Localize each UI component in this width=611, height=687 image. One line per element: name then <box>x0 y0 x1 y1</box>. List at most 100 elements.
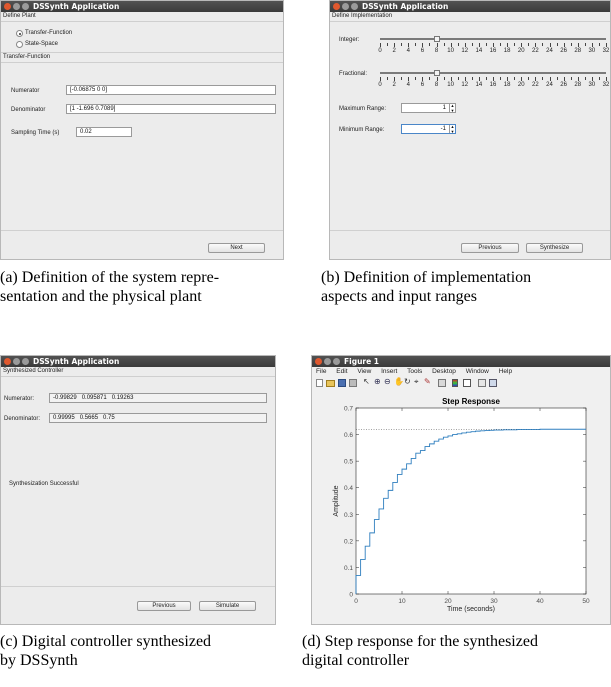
link-icon[interactable] <box>438 379 446 387</box>
caption-a-line2: sentation and the physical plant <box>0 288 202 305</box>
fractional-slider-track[interactable] <box>380 72 606 74</box>
show-plot-tools-icon[interactable] <box>489 379 497 387</box>
slider-tick-mark <box>521 43 523 47</box>
slider-tick-label: 24 <box>546 82 553 88</box>
legend-icon[interactable] <box>463 379 471 387</box>
synthesize-button[interactable]: Synthesize <box>526 243 583 253</box>
maximize-icon[interactable] <box>22 358 29 365</box>
controller-numerator-field: -0.99829 0.095871 0.19263 <box>49 393 267 403</box>
slider-tick-label: 18 <box>503 48 511 54</box>
slider-tick-label: 16 <box>489 48 497 54</box>
slider-tick-label: 28 <box>574 48 582 54</box>
radio-transfer-function-label: Transfer-Function <box>25 30 73 36</box>
print-icon[interactable] <box>349 379 357 387</box>
slider-tick-mark <box>422 77 424 81</box>
slider-tick-mark <box>436 43 438 47</box>
previous-button[interactable]: Previous <box>137 601 191 611</box>
slider-tick-label: 8 <box>434 82 439 88</box>
integer-slider-thumb[interactable] <box>433 36 440 42</box>
window-title: DSSynth Application <box>33 357 120 366</box>
slider-tick-mark <box>493 77 494 81</box>
slider-tick-label: 20 <box>517 48 525 54</box>
menu-tools[interactable]: Tools <box>407 368 422 375</box>
menu-desktop[interactable]: Desktop <box>432 368 456 375</box>
window-title: Figure 1 <box>344 357 380 366</box>
menu-view[interactable]: View <box>357 368 371 375</box>
zoom-out-icon[interactable]: ⊖ <box>384 377 391 386</box>
slider-tick-mark <box>429 77 431 80</box>
zoom-in-icon[interactable]: ⊕ <box>374 377 381 386</box>
minimize-icon[interactable] <box>324 358 331 365</box>
y-tick-label: 0.7 <box>344 406 353 413</box>
colorbar-icon[interactable] <box>452 379 458 387</box>
menu-help[interactable]: Help <box>499 368 512 375</box>
menu-insert[interactable]: Insert <box>381 368 397 375</box>
panel-a-window: DSSynth Application Define Plant Transfe… <box>0 0 284 260</box>
data-cursor-icon[interactable]: ⌖ <box>414 377 419 387</box>
slider-tick-label: 4 <box>406 82 410 88</box>
slider-tick-label: 2 <box>392 82 396 88</box>
caption-d-line2: digital controller <box>302 652 410 669</box>
slider-tick-label: 24 <box>546 48 553 54</box>
save-icon[interactable] <box>338 379 346 387</box>
slider-tick-mark <box>493 43 494 47</box>
x-tick-label: 40 <box>536 598 544 605</box>
step-response-chart: Step Response 0 0.1 0.2 0.3 0.4 0.5 0.6 0.7 0 10 20… <box>312 390 610 624</box>
slider-tick-mark <box>450 43 452 47</box>
radio-transfer-function[interactable] <box>16 30 23 37</box>
radio-state-space[interactable] <box>16 41 23 48</box>
y-tick-label: 0.4 <box>344 485 353 492</box>
menu-window[interactable]: Window <box>466 368 489 375</box>
slider-tick-mark <box>507 43 509 47</box>
slider-tick-mark <box>478 77 480 81</box>
minimum-range-spinner[interactable]: ▲ ▼ <box>449 125 455 133</box>
section-synthesized-controller: Synthesized Controller <box>1 367 275 377</box>
pan-icon[interactable]: ✋ <box>394 377 404 386</box>
plot-area <box>355 407 587 595</box>
next-button[interactable]: Next <box>208 243 265 253</box>
slider-tick-label: 26 <box>560 48 567 54</box>
minimize-icon[interactable] <box>342 3 349 10</box>
section-define-plant: Define Plant <box>1 12 283 22</box>
new-figure-icon[interactable] <box>316 379 323 387</box>
maximum-range-spinner[interactable]: ▲ ▼ <box>449 104 455 112</box>
slider-tick-label: 6 <box>420 82 425 88</box>
close-icon[interactable] <box>315 358 322 365</box>
close-icon[interactable] <box>4 3 11 10</box>
fractional-slider-thumb[interactable] <box>433 70 440 76</box>
slider-tick-label: 10 <box>447 48 454 54</box>
minimize-icon[interactable] <box>13 3 20 10</box>
pointer-icon[interactable]: ↖ <box>363 377 370 386</box>
x-tick-label: 20 <box>444 598 452 605</box>
y-tick-label: 0.6 <box>344 432 353 439</box>
section-transfer-function: Transfer-Function <box>1 52 283 63</box>
controller-denominator-label: Denominator: <box>4 416 41 422</box>
maximize-icon[interactable] <box>351 3 358 10</box>
open-file-icon[interactable] <box>326 380 335 387</box>
integer-slider-track[interactable] <box>380 38 606 40</box>
maximize-icon[interactable] <box>22 3 29 10</box>
menu-file[interactable]: File <box>316 368 326 375</box>
close-icon[interactable] <box>4 358 11 365</box>
denominator-field[interactable]: [1 -1.696 0.7089] <box>66 104 276 114</box>
slider-tick-mark <box>394 43 396 47</box>
minimum-range-field[interactable]: -1 ▲ ▼ <box>401 124 456 134</box>
maximize-icon[interactable] <box>333 358 340 365</box>
hide-plot-tools-icon[interactable] <box>478 379 486 387</box>
menu-edit[interactable]: Edit <box>336 368 347 375</box>
slider-tick-mark <box>606 77 607 81</box>
sampling-time-field[interactable]: 0.02 <box>76 127 132 137</box>
slider-tick-mark <box>387 43 389 46</box>
rotate-icon[interactable]: ↻ <box>404 377 411 386</box>
slider-tick-mark <box>591 77 593 81</box>
minimize-icon[interactable] <box>13 358 20 365</box>
numerator-field[interactable]: [-0.06875 0 0] <box>66 85 276 95</box>
maximum-range-field[interactable]: 1 ▲ ▼ <box>401 103 456 113</box>
slider-tick-label: 28 <box>574 82 582 88</box>
close-icon[interactable] <box>333 3 340 10</box>
brush-icon[interactable]: ✎ <box>424 377 431 386</box>
simulate-button[interactable]: Simulate <box>199 601 256 611</box>
slider-tick-label: 32 <box>602 82 610 88</box>
slider-tick-mark <box>577 43 579 47</box>
previous-button[interactable]: Previous <box>461 243 519 253</box>
